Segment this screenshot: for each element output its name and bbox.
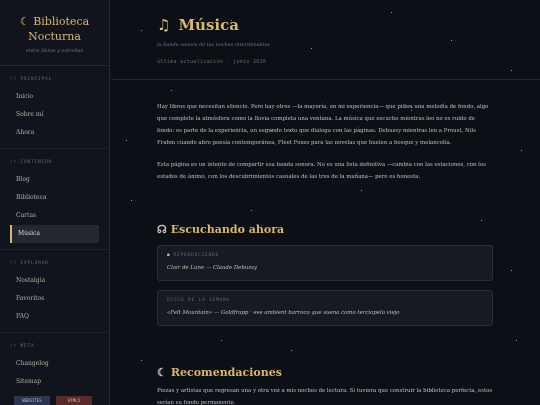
divider [0, 148, 109, 149]
sidebar-item-ahora[interactable]: Ahora [10, 124, 99, 142]
html5-badge[interactable]: HTML5 [56, 396, 92, 405]
page-title-text: Música [178, 16, 239, 34]
nav-section-contenido: // CONTENIDO Blog Biblioteca Cartas Músi… [0, 160, 109, 250]
sidebar: ☾ Biblioteca Nocturna entre libros y est… [0, 0, 110, 405]
album-of-week-card: DISCO DE LA SEMANA «Felt Mountain» — Gol… [157, 290, 493, 326]
sidebar-item-sitemap[interactable]: Sitemap [10, 373, 99, 391]
site-brand[interactable]: ☾ Biblioteca Nocturna [0, 0, 109, 44]
sidebar-nav: // PRINCIPAL Inicio Sobre mí Ahora // CO… [0, 77, 109, 391]
site-tagline: entre libros y estrellas [25, 48, 84, 54]
headphones-icon: ☊ [157, 223, 167, 236]
star-dot [516, 340, 517, 341]
sidebar-item-favoritos[interactable]: Favoritos [10, 290, 99, 308]
sidebar-item-musica[interactable]: Música [10, 225, 99, 243]
section-now-playing: ☊ Escuchando ahora [157, 223, 284, 236]
sidebar-item-faq[interactable]: FAQ [10, 308, 99, 326]
sidebar-item-inicio[interactable]: Inicio [10, 88, 99, 106]
recommendations-paragraph: Piezas y artistas que regresan una y otr… [157, 388, 493, 405]
card-label: ● REPRODUCIENDO [167, 253, 219, 258]
star-dot [391, 12, 392, 13]
nav-section-principal: // PRINCIPAL Inicio Sobre mí Ahora [0, 77, 109, 149]
star-dot [141, 30, 142, 31]
sidebar-item-cartas[interactable]: Cartas [10, 207, 99, 225]
card-label: DISCO DE LA SEMANA [167, 298, 231, 303]
divider [0, 332, 109, 333]
nav-heading: // PRINCIPAL [10, 77, 53, 82]
divider [111, 79, 540, 80]
music-note-icon: ♫ [157, 16, 171, 34]
playing-dot-icon: ● [167, 253, 171, 258]
star-dot [126, 140, 127, 141]
page-subtitle: la banda sonora de las noches interminab… [157, 42, 271, 48]
star-dot [171, 90, 172, 91]
brand-line-2: Nocturna [28, 30, 81, 43]
sidebar-item-biblioteca[interactable]: Biblioteca [10, 189, 99, 207]
section-title-text: Escuchando ahora [170, 223, 285, 236]
nav-heading: // META [10, 344, 35, 349]
nav-section-explorar: // EXPLORAR Nostalgia Favoritos FAQ [0, 261, 109, 333]
moon-icon: ☾ [157, 366, 167, 379]
card-text: Clair de Lune — Claude Debussy [167, 265, 257, 271]
section-recommendations: ☾ Recomendaciones [157, 366, 282, 379]
sidebar-item-nostalgia[interactable]: Nostalgia [10, 272, 99, 290]
intro-paragraph-1: Hay libros que necesitan silencio. Pero … [157, 104, 489, 146]
card-text: «Felt Mountain» — Goldfrapp · ese ambien… [167, 310, 400, 316]
section-title-text: Recomendaciones [170, 366, 282, 379]
nav-heading: // CONTENIDO [10, 160, 53, 165]
sidebar-item-sobre-mi[interactable]: Sobre mí [10, 106, 99, 124]
divider [0, 249, 109, 250]
star-dot [291, 350, 292, 351]
card-label-text: REPRODUCIENDO [173, 253, 220, 258]
star-dot [451, 40, 452, 41]
nav-heading: // EXPLORAR [10, 261, 49, 266]
star-dot [481, 220, 482, 221]
star-dot [511, 70, 512, 71]
moon-icon: ☾ [19, 15, 30, 28]
intro-paragraph-2: Esta página es un intento de compartir e… [157, 162, 486, 180]
websites-badge[interactable]: WEBSITES [14, 396, 50, 405]
star-dot [511, 270, 512, 271]
star-dot [311, 48, 312, 49]
star-dot [521, 150, 522, 151]
last-updated: última actualización · junio 2026 [157, 59, 267, 65]
star-dot [221, 340, 222, 341]
star-dot [361, 190, 362, 191]
sidebar-item-changelog[interactable]: Changelog [10, 355, 99, 373]
main-content: ♫ Música la banda sonora de las noches in… [111, 0, 540, 405]
star-dot [141, 360, 142, 361]
now-playing-card: ● REPRODUCIENDO Clair de Lune — Claude De… [157, 245, 493, 281]
divider [0, 65, 109, 66]
footer-badges: WEBSITES HTML5 [14, 396, 92, 405]
page-title: ♫ Música [157, 16, 239, 34]
star-dot [131, 200, 132, 201]
nav-section-meta: // META Changelog Sitemap [0, 344, 109, 391]
star-dot [251, 210, 252, 211]
brand-line-1: Biblioteca [33, 15, 90, 28]
sidebar-item-blog[interactable]: Blog [10, 171, 99, 189]
